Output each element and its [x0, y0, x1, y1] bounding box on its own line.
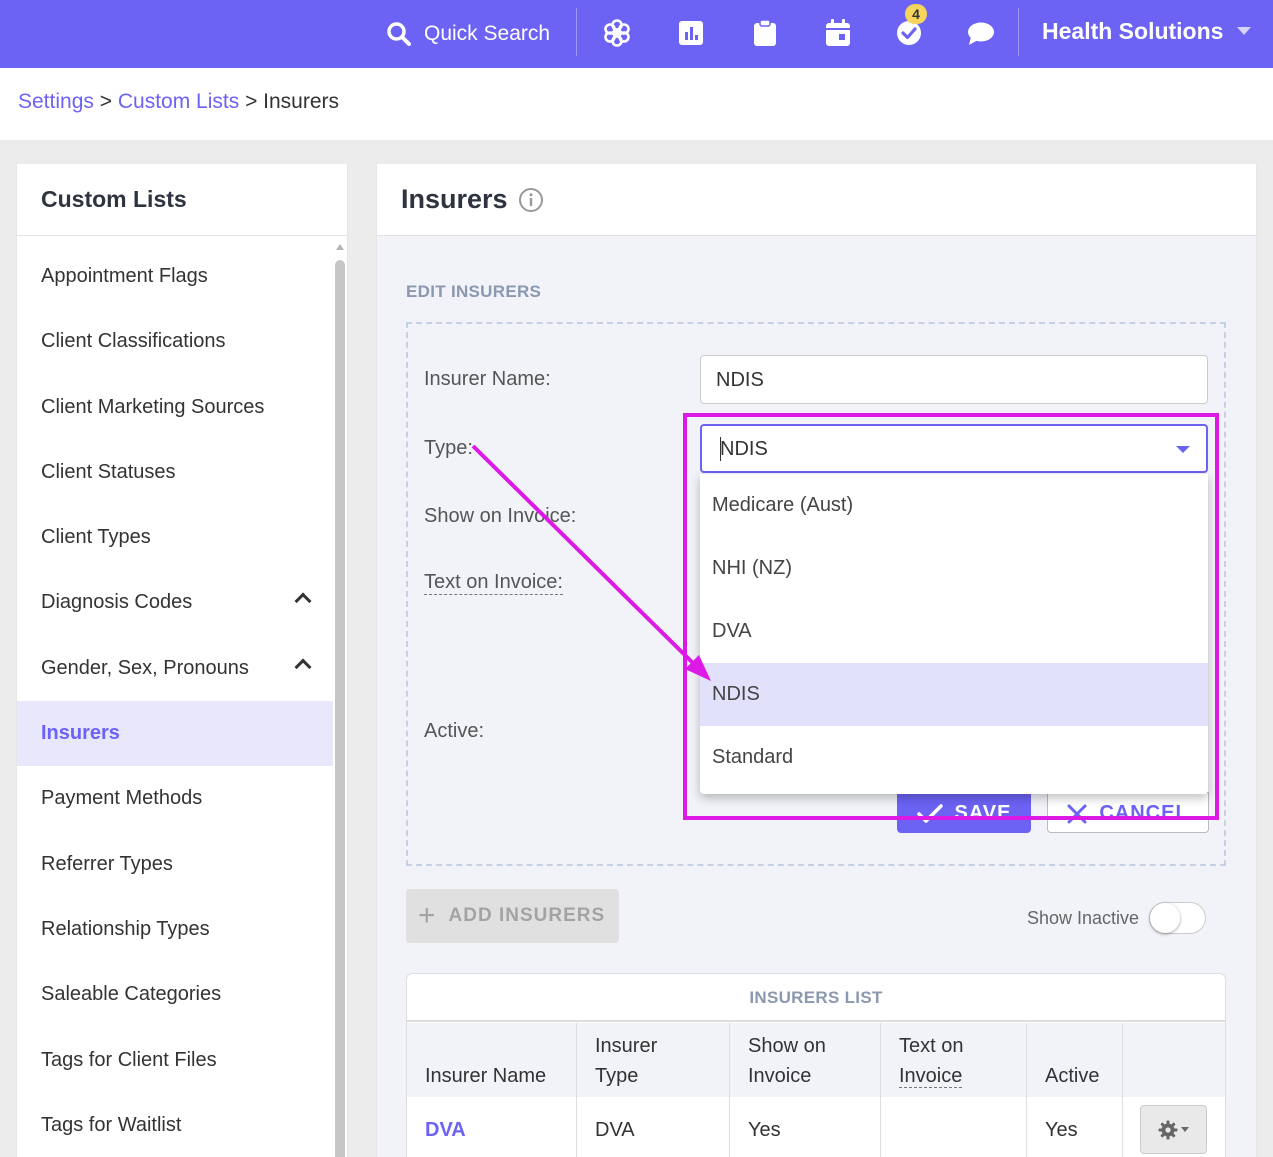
- show-on-invoice-label: Show on Invoice:: [424, 505, 577, 527]
- divider: [576, 8, 577, 56]
- quick-search-label: Quick Search: [424, 22, 551, 45]
- header-label: Type: [595, 1065, 639, 1087]
- caret-down-icon: [1181, 1127, 1189, 1132]
- chat-icon[interactable]: [965, 16, 997, 50]
- sidebar-item-diagnosis-codes[interactable]: Diagnosis Codes: [17, 570, 333, 635]
- active-label: Active:: [424, 720, 485, 742]
- breadcrumb-custom-lists[interactable]: Custom Lists: [118, 90, 239, 113]
- add-insurers-button[interactable]: + ADD INSURERS: [406, 889, 619, 943]
- sidebar-title: Custom Lists: [17, 164, 347, 236]
- insurer-name-label: Insurer Name:: [424, 368, 551, 390]
- column-header-insurer-type[interactable]: Insurer Type: [577, 1023, 730, 1097]
- insurer-name-input[interactable]: NDIS: [700, 355, 1208, 404]
- sidebar-scrollbar[interactable]: [333, 244, 347, 1157]
- column-header-insurer-name[interactable]: Insurer Name: [407, 1023, 577, 1097]
- clipboard-icon[interactable]: [749, 16, 781, 50]
- edit-insurers-heading: EDIT INSURERS: [406, 282, 542, 301]
- sidebar-item-client-types[interactable]: Client Types: [17, 505, 333, 570]
- header-label: Show on: [748, 1035, 826, 1057]
- column-header-text-on-invoice[interactable]: Text on Invoice: [881, 1023, 1027, 1097]
- row-actions-button[interactable]: [1140, 1105, 1207, 1154]
- header-label: Insurer: [595, 1035, 658, 1057]
- sidebar-item-insurers[interactable]: Insurers: [17, 701, 333, 767]
- text-on-invoice-cell: [881, 1097, 1027, 1157]
- breadcrumb-settings[interactable]: Settings: [18, 90, 94, 113]
- sidebar-list: Appointment Flags Client Classifications…: [17, 244, 333, 1157]
- custom-lists-sidebar: Custom Lists Appointment Flags Client Cl…: [17, 164, 347, 1157]
- panel-header: Insurers: [377, 164, 1256, 236]
- calendar-icon[interactable]: [822, 16, 854, 50]
- notification-badge: 4: [905, 4, 927, 24]
- chevron-up-icon[interactable]: [294, 658, 312, 676]
- breadcrumb-bar: Settings > Custom Lists > Insurers: [0, 68, 1273, 140]
- search-icon: [387, 22, 411, 46]
- header-label: Invoice: [899, 1065, 963, 1088]
- sidebar-item-appointment-flags[interactable]: Appointment Flags: [17, 244, 333, 309]
- header-label: Invoice: [748, 1065, 812, 1087]
- toggle-knob: [1150, 903, 1180, 933]
- breadcrumb-separator: >: [99, 90, 112, 113]
- info-icon[interactable]: [518, 187, 544, 213]
- sidebar-item-gender-sex-pronouns[interactable]: Gender, Sex, Pronouns: [17, 636, 333, 701]
- sidebar-item-label: Gender, Sex, Pronouns: [41, 656, 249, 679]
- flower-icon[interactable]: [601, 16, 633, 50]
- header-label: Text on: [899, 1035, 964, 1057]
- insurers-list-title: INSURERS LIST: [407, 974, 1225, 1022]
- table-header: Insurer Name Insurer Type Show on Invoic…: [407, 1023, 1225, 1097]
- chevron-up-icon[interactable]: [294, 592, 312, 610]
- sidebar-item-client-marketing-sources[interactable]: Client Marketing Sources: [17, 375, 333, 440]
- sidebar-item-tags-client-files[interactable]: Tags for Client Files: [17, 1028, 333, 1093]
- sidebar-item-tags-waitlist[interactable]: Tags for Waitlist: [17, 1093, 333, 1157]
- insurers-list-card: INSURERS LIST Insurer Name Insurer Type …: [406, 973, 1226, 1157]
- reports-icon[interactable]: [675, 16, 707, 50]
- breadcrumb-current: Insurers: [263, 90, 340, 113]
- organization-name: Health Solutions: [1042, 17, 1224, 44]
- column-header-show-on-invoice[interactable]: Show on Invoice: [730, 1023, 881, 1097]
- top-nav-bar: Quick Search 4 Health Solutions: [0, 0, 1273, 68]
- chevron-down-icon: [1237, 27, 1252, 35]
- header-label: Active: [1045, 1065, 1100, 1087]
- page-title-text: Insurers: [401, 184, 508, 214]
- organization-menu[interactable]: Health Solutions: [1042, 14, 1252, 48]
- type-label: Type:: [424, 437, 473, 459]
- sidebar-item-relationship-types[interactable]: Relationship Types: [17, 897, 333, 962]
- header-label: Insurer Name: [425, 1065, 547, 1087]
- breadcrumb-separator: >: [245, 90, 258, 113]
- plus-icon: +: [418, 899, 437, 932]
- sidebar-item-saleable-categories[interactable]: Saleable Categories: [17, 962, 333, 1027]
- sidebar-item-label: Diagnosis Codes: [41, 591, 193, 614]
- breadcrumb: Settings > Custom Lists > Insurers: [18, 90, 339, 114]
- scrollbar-thumb[interactable]: [335, 260, 345, 1157]
- sidebar-item-client-classifications[interactable]: Client Classifications: [17, 309, 333, 374]
- active-cell: Yes: [1027, 1097, 1123, 1157]
- insurer-name-link[interactable]: DVA: [407, 1097, 577, 1157]
- add-insurers-label: ADD INSURERS: [448, 905, 606, 926]
- text-on-invoice-label: Text on Invoice:: [424, 571, 563, 595]
- column-header-active[interactable]: Active: [1027, 1023, 1123, 1097]
- show-inactive-label: Show Inactive: [1027, 908, 1140, 928]
- show-on-invoice-cell: Yes: [730, 1097, 881, 1157]
- insurer-type-cell: DVA: [577, 1097, 730, 1157]
- quick-search-button[interactable]: Quick Search: [386, 14, 550, 54]
- divider: [1018, 8, 1019, 56]
- show-inactive-toggle[interactable]: [1149, 902, 1206, 934]
- sidebar-item-referrer-types[interactable]: Referrer Types: [17, 832, 333, 897]
- page-title: Insurers: [401, 184, 544, 215]
- scroll-up-icon[interactable]: [336, 244, 344, 250]
- sidebar-item-client-statuses[interactable]: Client Statuses: [17, 440, 333, 505]
- gear-icon: [1158, 1120, 1178, 1139]
- table-row: DVA DVA Yes Yes: [407, 1097, 1225, 1157]
- sidebar-item-payment-methods[interactable]: Payment Methods: [17, 766, 333, 831]
- highlight-box: [683, 413, 1219, 820]
